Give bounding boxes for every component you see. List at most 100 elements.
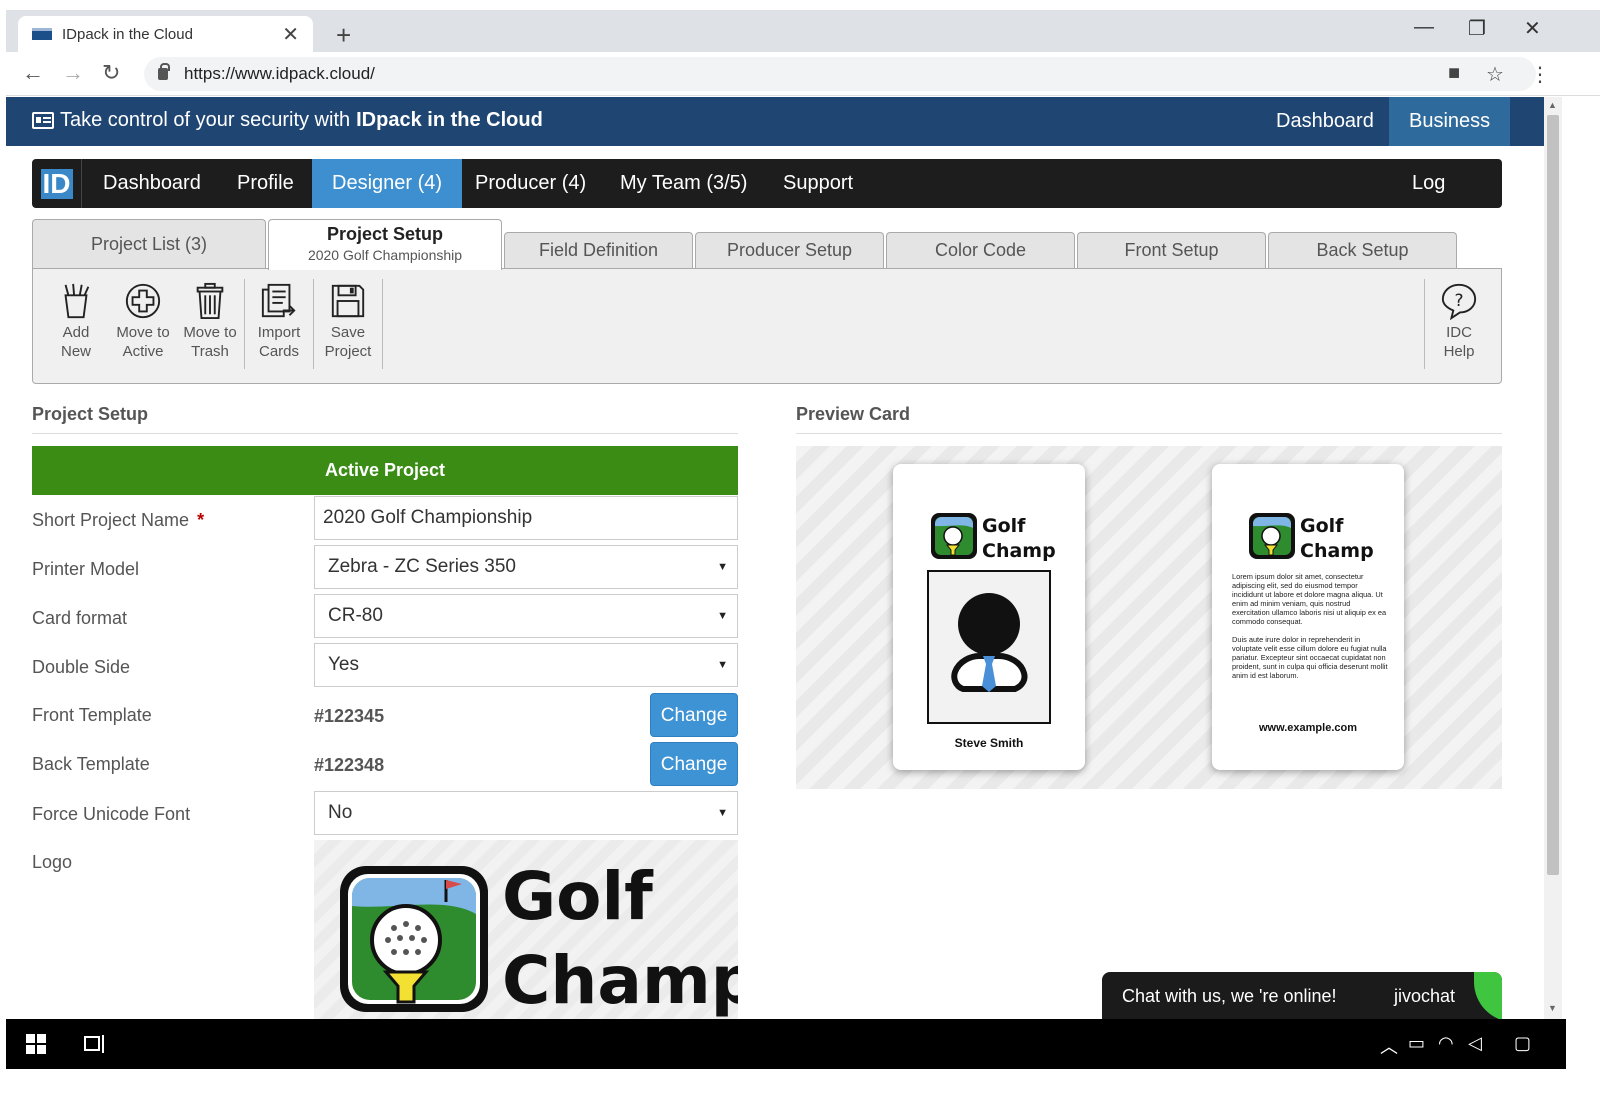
front-card-art: Golf Champ — [927, 513, 1056, 724]
taskbar: ︿ ▭ ◠ ◁ ▢ — [6, 1019, 1566, 1069]
top-link-dashboard[interactable]: Dashboard — [1256, 97, 1394, 146]
idc-help-label-2: Help — [1443, 343, 1475, 360]
idc-help-button[interactable]: ? IDC Help — [1426, 281, 1492, 361]
top-link-business[interactable]: Business — [1389, 97, 1511, 146]
scroll-up-icon[interactable]: ▲ — [1548, 100, 1557, 110]
browser-toolbar: ← → ↻ https://www.idpack.cloud/ ■ ☆ ⋮ — [6, 52, 1600, 96]
nav-support[interactable]: Support — [763, 159, 873, 208]
wifi-icon[interactable]: ◠ — [1438, 1033, 1454, 1054]
scroll-thumb[interactable] — [1547, 115, 1559, 875]
address-bar[interactable]: https://www.idpack.cloud/ — [144, 57, 1536, 91]
toolbar-divider — [382, 279, 383, 369]
chat-widget[interactable]: Chat with us, we 're online! jivochat — [1102, 972, 1502, 1019]
tab-front-setup[interactable]: Front Setup — [1077, 232, 1266, 268]
chat-message: Chat with us, we 're online! — [1122, 986, 1337, 1006]
project-toolbar: Add New Move to Active Move to Trash Imp… — [32, 268, 1502, 384]
page: Take control of your security with IDpac… — [6, 97, 1544, 1019]
nav-profile[interactable]: Profile — [217, 159, 314, 208]
help-question-icon: ? — [1426, 281, 1492, 321]
camera-icon[interactable]: ■ — [1448, 62, 1460, 85]
notifications-icon[interactable]: ▢ — [1514, 1033, 1531, 1054]
svg-text:Champ: Champ — [982, 540, 1056, 562]
move-to-trash-button[interactable]: Move to Trash — [177, 281, 243, 361]
unicode-font-label: Force Unicode Font — [32, 804, 191, 824]
close-window-icon[interactable]: ✕ — [1524, 16, 1541, 41]
save-project-button[interactable]: Save Project — [315, 281, 381, 361]
import-cards-label-2: Cards — [258, 343, 299, 360]
browser-tab[interactable]: IDpack in the Cloud ✕ — [18, 16, 313, 52]
chat-brand: jivochat — [1394, 986, 1456, 1006]
short-name-input[interactable]: 2020 Golf Championship — [314, 496, 738, 540]
unicode-font-select[interactable]: No — [314, 791, 738, 835]
import-cards-button[interactable]: Import Cards — [246, 281, 312, 361]
change-front-template-button[interactable]: Change — [650, 693, 738, 737]
page-scrollbar[interactable]: ▲ ▼ — [1544, 97, 1562, 1019]
minimize-window-icon[interactable]: — — [1414, 16, 1434, 39]
tab-project-setup[interactable]: Project Setup 2020 Golf Championship — [268, 219, 502, 270]
double-side-label: Double Side — [32, 657, 131, 677]
tab-producer-setup[interactable]: Producer Setup — [695, 232, 884, 268]
tab-project-list[interactable]: Project List (3) — [32, 219, 266, 269]
double-side-select[interactable]: Yes — [314, 643, 738, 687]
nav-producer[interactable]: Producer (4) — [455, 159, 606, 208]
back-arrow-icon[interactable]: ← — [22, 60, 44, 86]
nav-designer[interactable]: Designer (4) — [312, 159, 463, 208]
lock-icon — [158, 63, 170, 80]
front-template-label: Front Template — [32, 705, 152, 725]
active-project-banner: Active Project — [32, 446, 738, 495]
show-hidden-icons[interactable]: ︿ — [1380, 1033, 1398, 1059]
back-card-paragraph-1: Lorem ipsum dolor sit amet, consectetur … — [1232, 572, 1387, 626]
nav-dashboard[interactable]: Dashboard — [83, 159, 221, 208]
back-template-value: #122348 — [314, 755, 385, 775]
screen: IDpack in the Cloud ✕ + — ❐ ✕ ← → ↻ http… — [0, 0, 1600, 1100]
toolbar-divider — [1424, 279, 1425, 369]
toolbar-divider — [244, 279, 245, 369]
move-to-active-button[interactable]: Move to Active — [110, 281, 176, 361]
volume-icon[interactable]: ◁ — [1468, 1033, 1482, 1054]
printer-model-label: Printer Model — [32, 559, 140, 579]
main-nav: ID Dashboard Profile Designer (4) Produc… — [32, 159, 1502, 243]
project-setup-heading: Project Setup — [32, 404, 149, 424]
front-template-value: #122345 — [314, 706, 385, 726]
browser-menu-icon[interactable]: ⋮ — [1530, 62, 1550, 87]
move-to-trash-label-2: Trash — [191, 343, 229, 360]
tab-back-setup[interactable]: Back Setup — [1268, 232, 1457, 268]
section-divider — [796, 433, 1502, 434]
save-project-label-1: Save — [330, 324, 366, 341]
move-to-active-label-2: Active — [122, 343, 164, 360]
windows-start-icon[interactable] — [26, 1034, 46, 1054]
task-view-icon[interactable] — [84, 1034, 106, 1054]
nav-my-team[interactable]: My Team (3/5) — [600, 159, 767, 208]
front-card-name: Steve Smith — [954, 736, 1024, 750]
new-tab-button[interactable]: + — [336, 20, 351, 51]
printer-model-select[interactable]: Zebra - ZC Series 350 — [314, 545, 738, 589]
tab-color-code[interactable]: Color Code — [886, 232, 1075, 268]
forward-arrow-icon[interactable]: → — [62, 60, 84, 86]
back-card-text: Lorem ipsum dolor sit amet, consectetur … — [1232, 572, 1388, 680]
card-preview-area: Golf Champ Steve Smith Golf Champ Lorem … — [796, 446, 1502, 789]
maximize-window-icon[interactable]: ❐ — [1468, 16, 1486, 41]
scroll-down-icon[interactable]: ▼ — [1548, 1003, 1557, 1013]
card-format-select[interactable]: CR-80 — [314, 594, 738, 638]
trash-icon — [177, 281, 243, 321]
logo-preview[interactable]: Golf Champ — [314, 840, 738, 1019]
short-name-label-text: Short Project Name — [32, 510, 190, 530]
tab-field-definition[interactable]: Field Definition — [504, 232, 693, 268]
change-back-template-button[interactable]: Change — [650, 742, 738, 786]
save-project-label-2: Project — [324, 343, 372, 360]
reload-icon[interactable]: ↻ — [102, 60, 120, 86]
battery-icon[interactable]: ▭ — [1408, 1033, 1425, 1054]
id-logo[interactable]: ID — [32, 159, 82, 208]
add-new-button[interactable]: Add New — [43, 281, 109, 361]
close-tab-icon[interactable]: ✕ — [282, 22, 299, 47]
preview-card-heading: Preview Card — [796, 404, 911, 424]
import-cards-icon — [246, 281, 312, 321]
back-card-url: www.example.com — [1258, 722, 1358, 734]
nav-log-out[interactable]: Log Out — [1392, 159, 1502, 243]
back-card-logo: Golf Champ — [1249, 513, 1374, 562]
bookmark-star-icon[interactable]: ☆ — [1486, 62, 1504, 87]
section-divider — [32, 433, 738, 434]
tagline-prefix: Take control of your security with — [60, 109, 351, 131]
browser-tab-bar: IDpack in the Cloud ✕ + — ❐ ✕ — [6, 10, 1600, 52]
short-name-label: Short Project Name * — [32, 510, 204, 531]
